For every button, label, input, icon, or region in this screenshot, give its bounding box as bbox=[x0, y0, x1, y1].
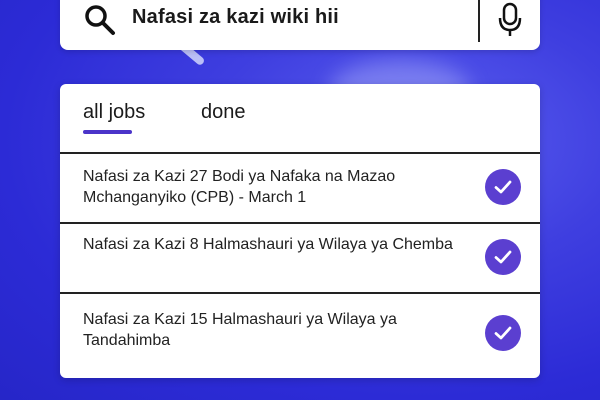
job-title: Nafasi za Kazi 15 Halmashauri ya Wilaya … bbox=[83, 311, 397, 349]
tab-bar: all jobs done bbox=[60, 84, 540, 154]
search-input[interactable]: Nafasi za kazi wiki hii bbox=[132, 6, 339, 29]
jobs-card: all jobs done Nafasi za Kazi 27 Bodi ya … bbox=[60, 84, 540, 378]
tab-done[interactable]: done bbox=[201, 101, 246, 124]
check-circle-icon[interactable] bbox=[485, 315, 521, 351]
check-circle-icon[interactable] bbox=[485, 169, 521, 205]
check-circle-icon[interactable] bbox=[485, 239, 521, 275]
job-title: Nafasi za Kazi 8 Halmashauri ya Wilaya y… bbox=[83, 236, 453, 253]
search-divider bbox=[478, 0, 480, 42]
job-list-item[interactable]: Nafasi za Kazi 15 Halmashauri ya Wilaya … bbox=[60, 294, 540, 364]
tab-all-jobs[interactable]: all jobs bbox=[83, 101, 145, 124]
active-tab-indicator bbox=[83, 130, 132, 134]
job-list-item[interactable]: Nafasi za Kazi 8 Halmashauri ya Wilaya y… bbox=[60, 224, 540, 294]
search-bar[interactable]: Nafasi za kazi wiki hii bbox=[60, 0, 540, 50]
job-title: Nafasi za Kazi 27 Bodi ya Nafaka na Maza… bbox=[83, 168, 396, 206]
job-list-item[interactable]: Nafasi za Kazi 27 Bodi ya Nafaka na Maza… bbox=[60, 152, 540, 222]
search-icon[interactable] bbox=[82, 2, 118, 38]
microphone-icon[interactable] bbox=[495, 0, 525, 40]
